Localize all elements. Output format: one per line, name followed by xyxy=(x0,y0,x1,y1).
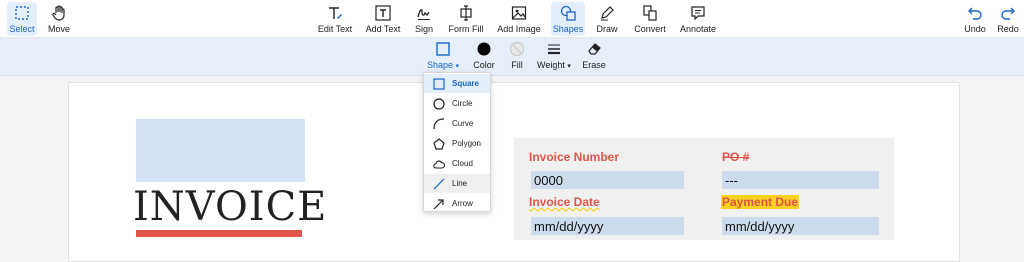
fill-button[interactable]: Fill xyxy=(506,41,528,70)
shapes-button[interactable]: Shapes xyxy=(551,2,585,36)
fill-swatch-icon xyxy=(510,42,524,56)
annotate-button[interactable]: Annotate xyxy=(679,2,717,36)
move-label: Move xyxy=(47,24,70,34)
cloud-label: Cloud xyxy=(452,159,473,168)
edit-text-label: Edit Text xyxy=(317,24,353,34)
shapes-icon xyxy=(560,5,576,21)
shape-menu-item-arrow[interactable]: Arrow xyxy=(424,194,490,213)
invoice-fields-panel: Invoice Number PO # 0000 --- Invoice Dat… xyxy=(514,138,894,240)
shape-dropdown-button[interactable]: Shape ▾ xyxy=(424,41,462,70)
select-icon xyxy=(15,6,29,20)
add-text-icon xyxy=(375,5,391,21)
color-swatch-icon xyxy=(477,42,491,56)
line-icon xyxy=(433,178,445,189)
shape-menu-item-line[interactable]: Line xyxy=(424,174,490,193)
arrow-label: Arrow xyxy=(452,199,473,208)
square-icon xyxy=(433,77,445,90)
shape-options-bar: Shape ▾ Color Fill Weight ▾ Erase xyxy=(0,38,1024,76)
fill-label: Fill xyxy=(511,60,523,70)
shape-menu-item-circle[interactable]: Circle xyxy=(424,94,490,113)
line-label: Line xyxy=(452,179,468,188)
square-label: Square xyxy=(452,79,480,88)
line-weight-icon xyxy=(548,44,560,55)
form-fill-icon xyxy=(460,5,472,21)
redo-label: Redo xyxy=(997,24,1019,34)
comment-icon xyxy=(691,6,705,21)
erase-button[interactable]: Erase xyxy=(582,41,606,70)
erase-label: Erase xyxy=(582,60,606,70)
shape-menu-item-square[interactable]: Square xyxy=(424,74,490,93)
po-number-field[interactable]: --- xyxy=(722,171,879,189)
invoice-date-field[interactable]: mm/dd/yyyy xyxy=(531,217,684,235)
payment-due-label: Payment Due xyxy=(721,195,800,209)
polygon-label: Polygon xyxy=(452,139,481,148)
circle-label: Circle xyxy=(452,99,473,108)
undo-icon xyxy=(968,7,982,20)
shape-menu: Square Circle Curve Polygon Cloud Line A… xyxy=(423,72,491,212)
invoice-number-label: Invoice Number xyxy=(529,150,620,164)
sign-label: Sign xyxy=(414,24,433,34)
draw-label: Draw xyxy=(596,24,618,34)
payment-due-field[interactable]: mm/dd/yyyy xyxy=(722,217,879,235)
convert-icon xyxy=(643,5,657,21)
shape-menu-item-cloud[interactable]: Cloud xyxy=(424,154,490,173)
sign-button[interactable]: Sign xyxy=(412,2,436,36)
chevron-down-icon: ▾ xyxy=(567,63,571,70)
chevron-down-icon: ▾ xyxy=(455,63,460,70)
edit-text-button[interactable]: Edit Text xyxy=(316,2,354,36)
form-fill-button[interactable]: Form Fill xyxy=(447,2,485,36)
select-label: Select xyxy=(9,24,35,34)
undo-button[interactable]: Undo xyxy=(962,2,988,36)
annotate-label: Annotate xyxy=(679,24,717,34)
cloud-icon xyxy=(433,160,445,169)
select-tool-button[interactable]: Select xyxy=(7,2,37,36)
shape-menu-item-curve[interactable]: Curve xyxy=(424,114,490,133)
color-button[interactable]: Color xyxy=(472,41,496,70)
undo-label: Undo xyxy=(964,24,986,34)
po-number-label: PO # xyxy=(722,150,750,164)
arrow-icon xyxy=(433,198,444,209)
shape-menu-item-polygon[interactable]: Polygon xyxy=(424,134,490,153)
add-text-label: Add Text xyxy=(365,24,401,34)
add-image-label: Add Image xyxy=(497,24,541,34)
color-label: Color xyxy=(473,60,495,70)
add-image-button[interactable]: Add Image xyxy=(497,2,541,36)
weight-dropdown-button[interactable]: Weight ▾ xyxy=(536,41,572,70)
weight-label: Weight xyxy=(537,60,565,70)
redo-icon xyxy=(1001,7,1015,20)
add-text-button[interactable]: Add Text xyxy=(365,2,401,36)
curve-icon xyxy=(433,117,445,129)
title-underline-bar xyxy=(136,230,302,237)
image-icon xyxy=(511,6,527,20)
invoice-title: INVOICE xyxy=(133,184,328,230)
sign-icon xyxy=(417,9,430,20)
invoice-number-field[interactable]: 0000 xyxy=(531,171,684,189)
shapes-label: Shapes xyxy=(552,24,584,34)
move-tool-button[interactable]: Move xyxy=(45,2,73,36)
redo-button[interactable]: Redo xyxy=(995,2,1021,36)
invoice-date-label: Invoice Date xyxy=(529,195,600,209)
form-fill-label: Form Fill xyxy=(448,24,484,34)
edit-text-icon xyxy=(329,7,342,19)
hand-icon xyxy=(52,5,65,21)
polygon-icon xyxy=(433,137,445,150)
shape-label: Shape xyxy=(426,60,453,70)
convert-label: Convert xyxy=(634,24,666,34)
eraser-icon xyxy=(588,43,601,55)
curve-label: Curve xyxy=(452,119,474,128)
logo-placeholder[interactable] xyxy=(136,119,305,182)
convert-button[interactable]: Convert xyxy=(632,2,668,36)
square-icon xyxy=(436,42,450,56)
circle-icon xyxy=(433,97,445,110)
main-toolbar: Select Move Edit Text Add Text Sign Form… xyxy=(0,0,1024,38)
draw-button[interactable]: Draw xyxy=(595,2,619,36)
pen-icon xyxy=(601,6,614,21)
